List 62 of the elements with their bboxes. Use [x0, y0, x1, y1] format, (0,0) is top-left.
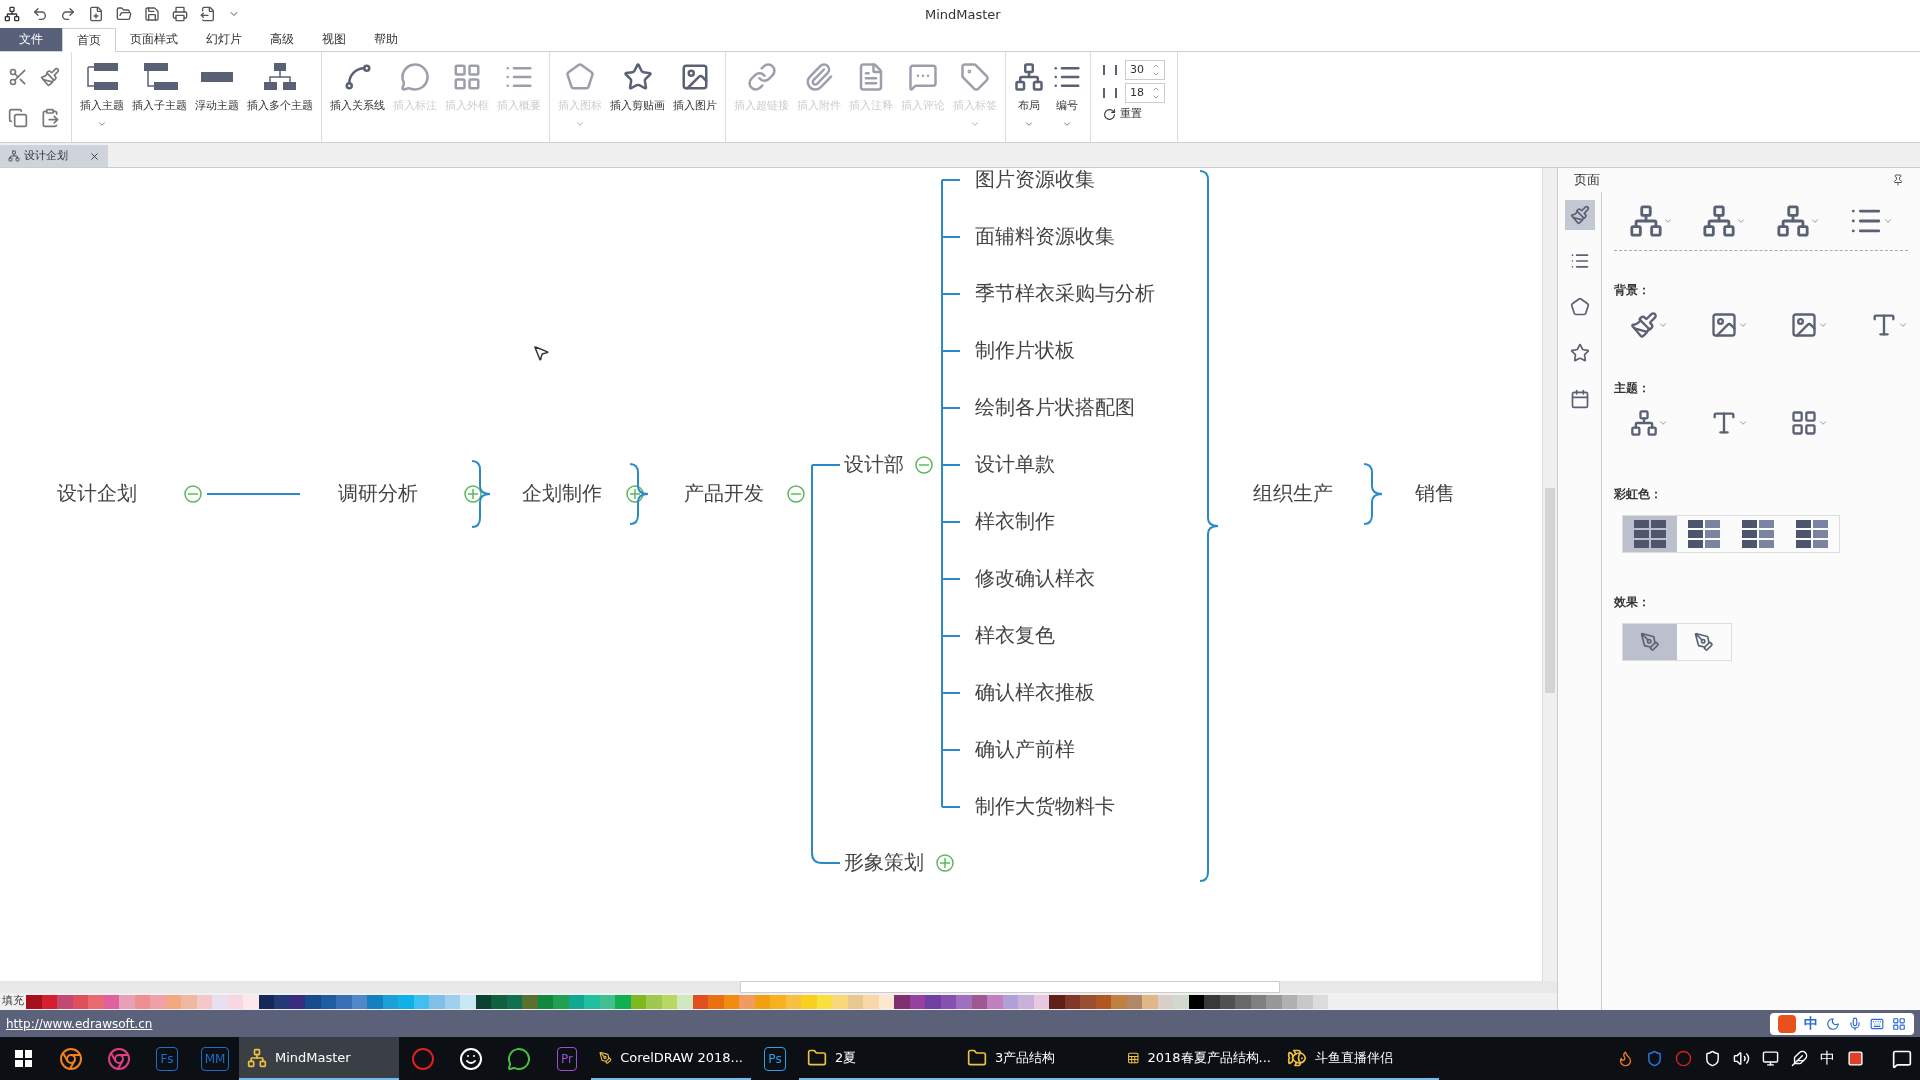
taskbar-window-button[interactable]: 3产品结构 [959, 1037, 1119, 1080]
ribbon-tab[interactable]: 页面样式 [116, 27, 192, 51]
ime-toolbar[interactable]: 中 [1770, 1012, 1914, 1035]
ribbon-button[interactable]: 插入关系线 [326, 60, 389, 115]
taskbar-window-button[interactable]: CorelDRAW 2018... [591, 1037, 751, 1080]
ime-mode-label: 中 [1804, 1014, 1818, 1033]
fill-label: 填充 [1, 993, 25, 1010]
ribbon-button[interactable]: 浮动主题 [191, 60, 243, 115]
topic-label[interactable]: 修改确认样衣 [975, 568, 1095, 588]
topic-label[interactable]: 季节样衣采购与分析 [975, 283, 1155, 303]
topic-label[interactable]: 设计企划 [57, 483, 137, 503]
topic-label[interactable]: 调研分析 [338, 483, 418, 503]
document-tab-label: 设计企划 [24, 147, 68, 164]
website-link[interactable]: http://www.edrawsoft.cn [6, 1014, 153, 1033]
section-label: 背景： [1614, 283, 1650, 297]
spin-field[interactable]: 18 [1125, 83, 1165, 103]
topic-label[interactable]: 销售 [1415, 483, 1455, 503]
taskbar-window-button[interactable]: 2夏 [799, 1037, 959, 1080]
topic-label[interactable]: 样衣复色 [975, 625, 1055, 645]
taskbar-window-button[interactable]: MindMaster [239, 1037, 399, 1080]
topic-label[interactable]: 绘制各片状搭配图 [975, 397, 1135, 417]
ribbon-button[interactable]: 插入主题 [76, 60, 128, 129]
section-label: 彩虹色： [1614, 487, 1662, 501]
topic-label[interactable]: 确认产前样 [975, 739, 1075, 759]
ribbon-button[interactable]: 插入图片 [669, 60, 721, 115]
ribbon-tab[interactable]: 视图 [308, 27, 360, 51]
topic-label[interactable]: 制作片状板 [975, 340, 1075, 360]
section-label: 效果： [1614, 595, 1650, 609]
topic-label[interactable]: 设计单款 [975, 454, 1055, 474]
topic-label[interactable]: 设计部 [844, 454, 904, 474]
panel-title: 页面 [1574, 171, 1600, 190]
ribbon-tab[interactable]: 高级 [256, 27, 308, 51]
topic-label[interactable]: 确认样衣推板 [975, 682, 1095, 702]
section-label: 主题： [1614, 381, 1650, 395]
topic-label[interactable]: 形象策划 [844, 852, 924, 872]
ribbon-tab[interactable]: 首页 [62, 28, 116, 52]
app-icon[interactable]: Fs [156, 1046, 178, 1071]
ribbon-button[interactable]: 布局 [1010, 60, 1048, 129]
topic-label[interactable]: 制作大货物料卡 [975, 796, 1115, 816]
topic-label[interactable]: 产品开发 [684, 483, 764, 503]
taskbar-window-button[interactable]: 斗鱼直播伴侣 [1279, 1037, 1439, 1080]
ribbon-button[interactable]: 编号 [1048, 60, 1086, 129]
app-icon[interactable]: MM [200, 1046, 230, 1071]
taskbar-window-button[interactable]: 2018春夏产品结构... [1119, 1037, 1279, 1080]
topic-label[interactable]: 面辅料资源收集 [975, 226, 1115, 246]
file-menu-button[interactable]: 文件 [0, 27, 62, 51]
ribbon-tab[interactable]: 帮助 [360, 27, 412, 51]
input-language-indicator[interactable]: 中 [1820, 1047, 1835, 1070]
spin-field[interactable]: 30 [1125, 60, 1165, 80]
reset-button[interactable]: 重置 [1103, 106, 1165, 123]
document-tab[interactable]: 设计企划 [0, 145, 108, 167]
window-title: MindMaster [925, 6, 1001, 24]
ribbon-button[interactable]: 插入子主题 [128, 60, 191, 115]
ribbon-tab[interactable]: 幻灯片 [192, 27, 256, 51]
topic-label[interactable]: 图片资源收集 [975, 169, 1095, 189]
ribbon-button[interactable]: 插入剪贴画 [606, 60, 669, 115]
topic-label[interactable]: 组织生产 [1253, 483, 1333, 503]
app-icon[interactable]: Pr [557, 1046, 577, 1071]
topic-label[interactable]: 企划制作 [522, 483, 602, 503]
app-icon[interactable]: Ps [764, 1046, 786, 1071]
topic-label[interactable]: 样衣制作 [975, 511, 1055, 531]
ribbon-button[interactable]: 插入多个主题 [243, 60, 317, 115]
